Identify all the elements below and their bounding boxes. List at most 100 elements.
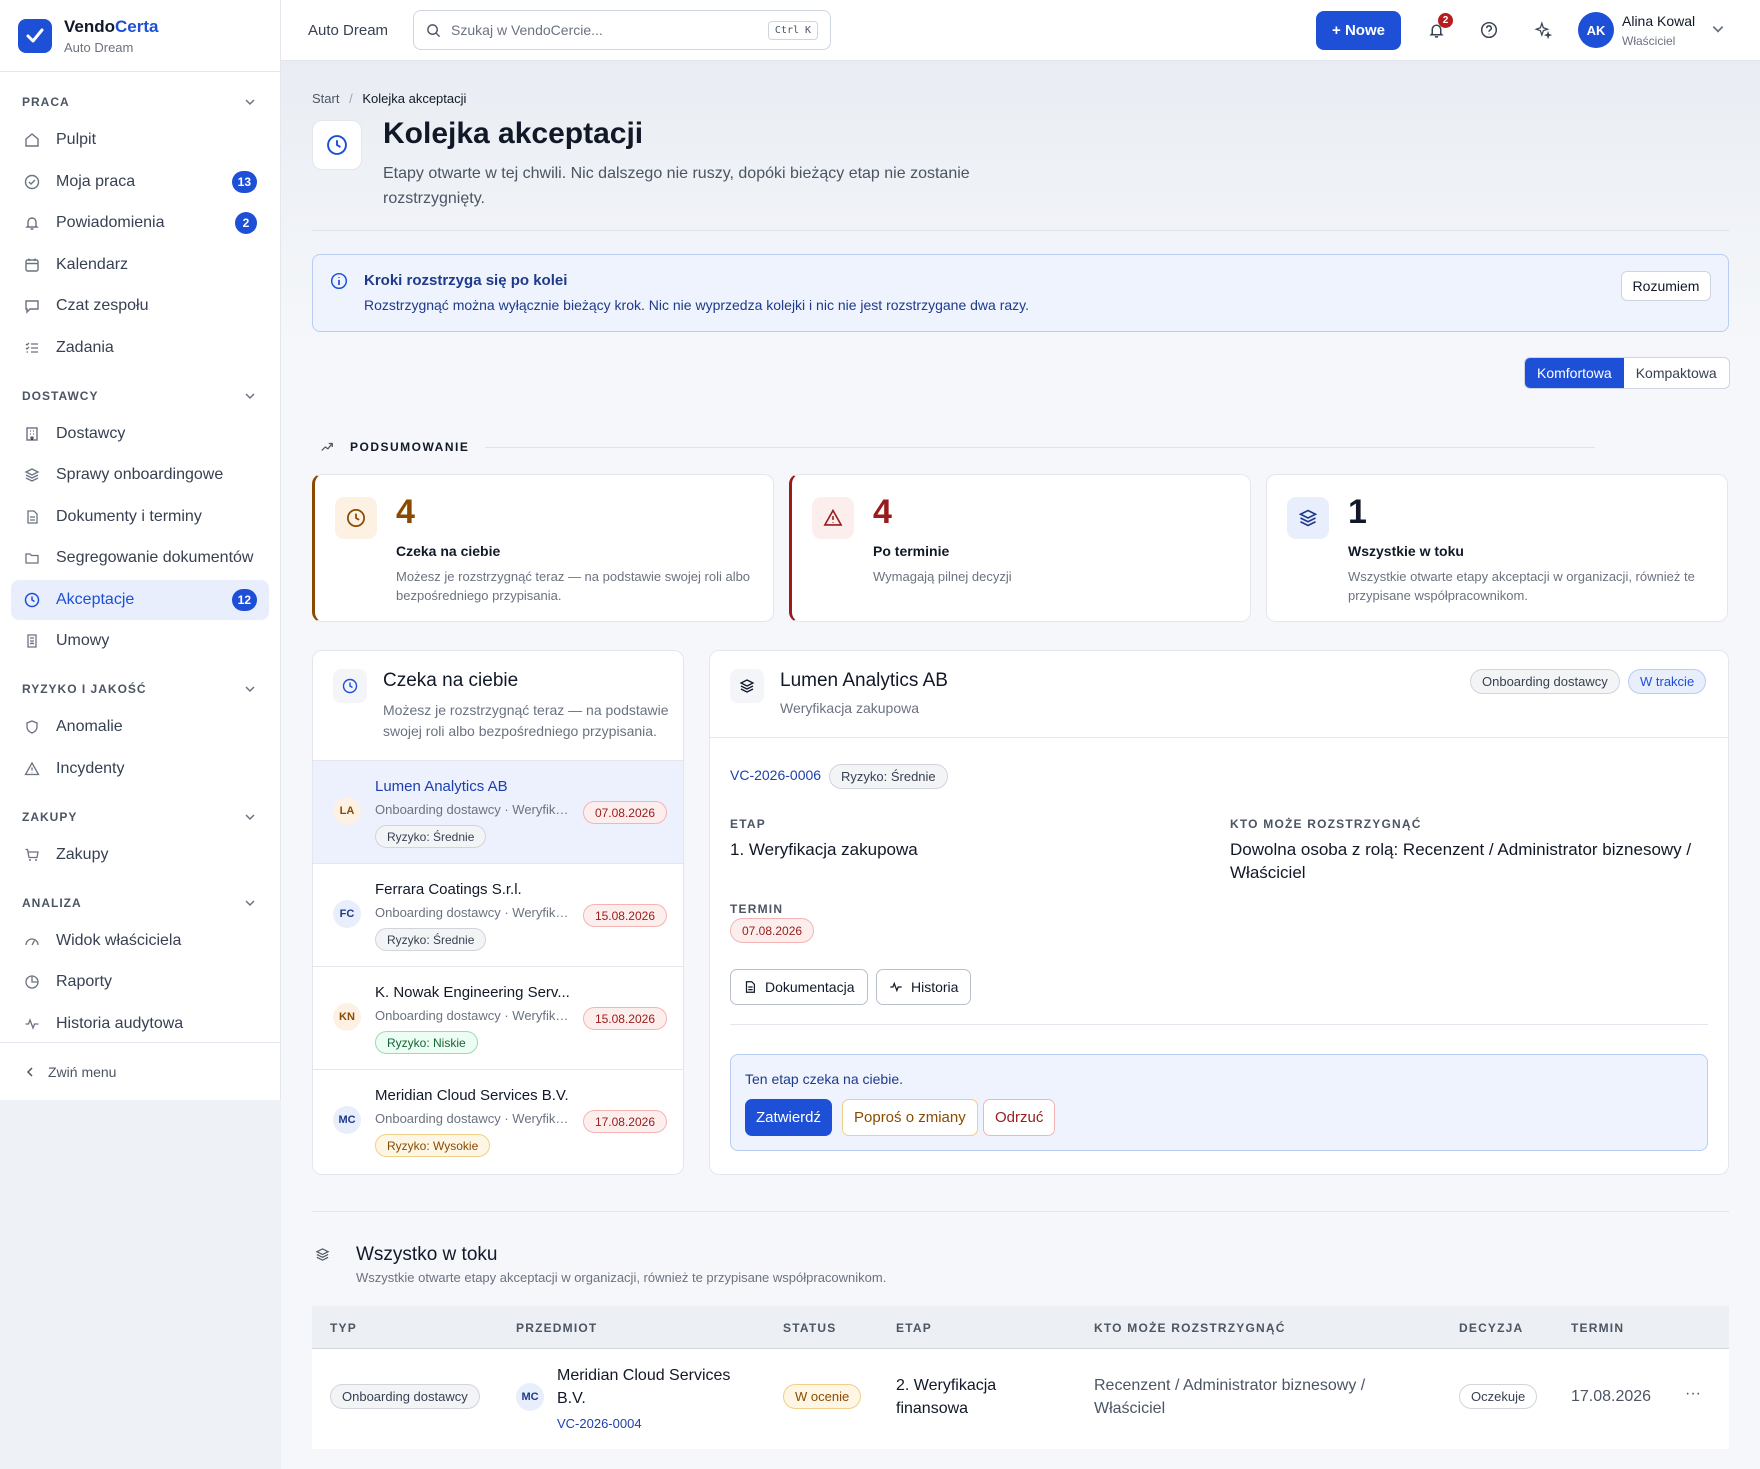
column-header[interactable]: PRZEDMIOT bbox=[516, 1321, 597, 1335]
count-badge: 13 bbox=[231, 170, 257, 193]
density-toggle: Komfortowa Kompaktowa bbox=[1524, 357, 1730, 389]
clock-icon bbox=[23, 591, 41, 609]
list-item[interactable]: LA Lumen Analytics AB Onboarding dostawc… bbox=[313, 760, 683, 863]
documentation-button[interactable]: Dokumentacja bbox=[730, 969, 868, 1005]
sidebar-item-sprawy[interactable]: Sprawy onboardingowe bbox=[11, 455, 269, 495]
avatar: LA bbox=[333, 797, 361, 825]
chevron-left-icon bbox=[26, 1066, 33, 1077]
breadcrumb: Start / Kolejka akceptacji bbox=[312, 91, 466, 106]
sidebar-item-kalendarz[interactable]: Kalendarz bbox=[11, 245, 269, 285]
stat-card-overdue[interactable]: 4 Po terminie Wymagają pilnej decyzji bbox=[789, 474, 1251, 622]
nav-section-dostawcy[interactable]: DOSTAWCY bbox=[0, 378, 280, 414]
column-header[interactable]: DECYZJA bbox=[1459, 1321, 1523, 1335]
sidebar-item-zadania[interactable]: Zadania bbox=[11, 328, 269, 368]
nav-section-zakupy[interactable]: ZAKUPY bbox=[0, 799, 280, 835]
column-header[interactable]: KTO MOŻE ROZSTRZYGNĄĆ bbox=[1094, 1321, 1286, 1335]
list-item[interactable]: MC Meridian Cloud Services B.V. Onboardi… bbox=[313, 1069, 683, 1172]
queue-card: Czeka na ciebie Możesz je rozstrzygnąć t… bbox=[312, 650, 684, 1175]
sidebar-item-akceptacje[interactable]: Akceptacje 12 bbox=[11, 579, 269, 620]
chevron-down-icon bbox=[245, 813, 255, 820]
item-subtitle: Onboarding dostawcy · Weryfikacja zakupo… bbox=[375, 1008, 570, 1023]
more-actions-button[interactable]: ··· bbox=[1685, 1382, 1701, 1405]
chevron-down-icon[interactable] bbox=[1711, 22, 1725, 36]
stat-card-all[interactable]: 1 Wszystkie w toku Wszystkie otwarte eta… bbox=[1266, 474, 1728, 622]
sidebar-item-widok[interactable]: Widok właściciela bbox=[11, 921, 269, 961]
summary-heading: PODSUMOWANIE bbox=[320, 440, 1596, 454]
list-item[interactable]: KN K. Nowak Engineering Serv... Onboardi… bbox=[313, 966, 683, 1069]
divider bbox=[730, 1024, 1708, 1025]
queue-title: Czeka na ciebie bbox=[383, 670, 519, 691]
list-check-icon bbox=[23, 339, 41, 357]
sidebar-item-umowy[interactable]: Umowy bbox=[11, 621, 269, 661]
stat-description: Wszystkie otwarte etapy akceptacji w org… bbox=[1348, 569, 1695, 603]
sidebar: VendoCerta Auto Dream PRACA Pulpit Moja … bbox=[0, 0, 281, 1100]
reject-button[interactable]: Odrzuć bbox=[983, 1099, 1056, 1136]
divider bbox=[485, 446, 1596, 448]
sidebar-item-dokumenty[interactable]: Dokumenty i terminy bbox=[11, 497, 269, 537]
column-header[interactable]: TYP bbox=[330, 1321, 357, 1335]
approve-button[interactable]: Zatwierdź bbox=[745, 1099, 833, 1136]
type-badge: Onboarding dostawcy bbox=[1470, 669, 1620, 694]
folder-icon bbox=[23, 549, 41, 567]
gauge-icon bbox=[23, 932, 41, 950]
breadcrumb-start[interactable]: Start bbox=[312, 91, 339, 106]
layers-icon bbox=[730, 669, 764, 703]
sidebar-item-dostawcy[interactable]: Dostawcy bbox=[11, 414, 269, 454]
layers-icon bbox=[23, 466, 41, 484]
nav-section-ryzyko[interactable]: RYZYKO I JAKOŚĆ bbox=[0, 671, 280, 707]
column-header[interactable]: TERMIN bbox=[1571, 1321, 1624, 1335]
divider bbox=[312, 230, 1729, 231]
count-badge: 12 bbox=[231, 588, 257, 611]
dismiss-info-button[interactable]: Rozumiem bbox=[1621, 271, 1711, 301]
risk-badge: Ryzyko: Średnie bbox=[375, 825, 487, 848]
sidebar-item-moja-praca[interactable]: Moja praca 13 bbox=[11, 162, 269, 202]
user-name[interactable]: Alina Kowal bbox=[1622, 13, 1695, 29]
info-title: Kroki rozstrzyga się po kolei bbox=[364, 272, 568, 289]
sidebar-item-segregowanie[interactable]: Segregowanie dokumentów bbox=[11, 538, 269, 578]
sidebar-item-anomalie[interactable]: Anomalie bbox=[11, 707, 269, 747]
case-code-link[interactable]: VC-2026-0006 bbox=[730, 767, 821, 783]
nav-section-analiza[interactable]: ANALIZA bbox=[0, 885, 280, 921]
history-button[interactable]: Historia bbox=[876, 969, 972, 1005]
list-item[interactable]: FC Ferrara Coatings S.r.l. Onboarding do… bbox=[313, 863, 683, 966]
sidebar-item-czat[interactable]: Czat zespołu bbox=[11, 286, 269, 326]
avatar[interactable]: AK bbox=[1578, 12, 1614, 48]
item-name: Lumen Analytics AB bbox=[375, 778, 508, 795]
collapse-menu-button[interactable]: Zwiń menu bbox=[0, 1042, 280, 1100]
density-compact-button[interactable]: Kompaktowa bbox=[1624, 358, 1729, 388]
help-button[interactable] bbox=[1478, 19, 1500, 41]
search-input[interactable]: Szukaj w VendoCercie... Ctrl K bbox=[413, 10, 832, 50]
item-name: Meridian Cloud Services B.V. bbox=[375, 1087, 569, 1104]
sidebar-item-powiadomienia[interactable]: Powiadomienia 2 bbox=[11, 203, 269, 243]
who-label: KTO MOŻE ROZSTRZYGNĄĆ bbox=[1230, 817, 1422, 831]
notifications-button[interactable]: 2 bbox=[1425, 13, 1453, 41]
layers-icon bbox=[315, 1248, 330, 1261]
sidebar-item-raporty[interactable]: Raporty bbox=[11, 962, 269, 1002]
company-switcher[interactable]: Auto Dream bbox=[308, 22, 388, 39]
main-content: Start / Kolejka akceptacji Kolejka akcep… bbox=[281, 61, 1760, 1469]
detail-card: Lumen Analytics AB Weryfikacja zakupowa … bbox=[709, 650, 1729, 1175]
stat-description: Wymagają pilnej decyzji bbox=[873, 569, 1012, 584]
subject-name[interactable]: Meridian Cloud Services B.V. bbox=[557, 1364, 747, 1410]
sidebar-item-incydenty[interactable]: Incydenty bbox=[11, 749, 269, 789]
cart-icon bbox=[23, 846, 41, 864]
new-button[interactable]: + Nowe bbox=[1316, 11, 1401, 50]
sidebar-item-historia[interactable]: Historia audytowa bbox=[11, 1004, 269, 1044]
column-header[interactable]: STATUS bbox=[783, 1321, 836, 1335]
ai-assistant-button[interactable] bbox=[1532, 19, 1554, 41]
avatar: FC bbox=[333, 900, 361, 928]
brand[interactable]: VendoCerta Auto Dream bbox=[0, 0, 280, 72]
nav-section-praca[interactable]: PRACA bbox=[0, 84, 280, 120]
all-description: Wszystkie otwarte etapy akceptacji w org… bbox=[356, 1270, 887, 1285]
request-changes-button[interactable]: Poproś o zmiany bbox=[842, 1099, 978, 1136]
item-name: Ferrara Coatings S.r.l. bbox=[375, 881, 522, 898]
sidebar-item-pulpit[interactable]: Pulpit bbox=[11, 120, 269, 160]
table-row[interactable]: Onboarding dostawcy MC Meridian Cloud Se… bbox=[312, 1349, 1729, 1449]
case-code-link[interactable]: VC-2026-0004 bbox=[557, 1412, 642, 1435]
column-header[interactable]: ETAP bbox=[896, 1321, 932, 1335]
sparkle-icon bbox=[1534, 21, 1552, 39]
density-comfort-button[interactable]: Komfortowa bbox=[1525, 358, 1624, 388]
sidebar-item-zakupy[interactable]: Zakupy bbox=[11, 835, 269, 875]
status-badge: W ocenie bbox=[783, 1384, 862, 1409]
stat-card-waiting[interactable]: 4 Czeka na ciebie Możesz je rozstrzygnąć… bbox=[312, 474, 774, 622]
